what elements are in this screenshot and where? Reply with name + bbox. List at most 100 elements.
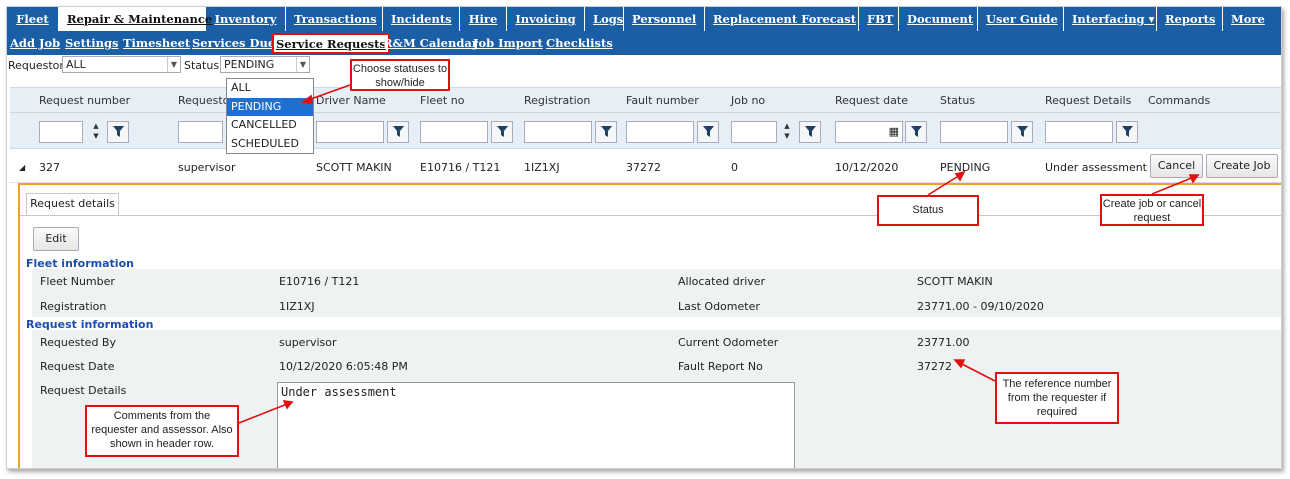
filter-icon[interactable] [107, 121, 129, 143]
callout-comments: Comments from the requester and assessor… [85, 405, 239, 457]
callout-statuses: Choose statuses to show/hide [350, 59, 450, 91]
nav-transactions[interactable]: Transactions [286, 7, 383, 31]
cell-status: PENDING [940, 161, 991, 174]
cell-job-no: 0 [731, 161, 738, 174]
filter-icon[interactable] [905, 121, 927, 143]
col-registration[interactable]: Registration [524, 94, 590, 107]
nav-fleet[interactable]: Fleet [7, 7, 59, 31]
col-status[interactable]: Status [940, 94, 975, 107]
fleet-number-label: Fleet Number [40, 275, 115, 288]
subnav-settings[interactable]: Settings [65, 36, 119, 50]
subnav-add-job[interactable]: Add Job [10, 36, 60, 50]
registration-value: 1IZ1XJ [279, 300, 315, 313]
request-number-filter-input[interactable] [39, 121, 83, 143]
status-dropdown-list: ALL PENDING CANCELLED SCHEDULED [226, 78, 314, 154]
filter-icon[interactable] [491, 121, 513, 143]
grid-filter-row: ▲ ▼ ▲ ▼ ▦ [10, 113, 1281, 149]
nav-inventory[interactable]: Inventory [206, 7, 286, 31]
tab-request-details[interactable]: Request details [26, 193, 119, 215]
sub-nav: Add Job Settings Timesheet Services Due … [7, 31, 1281, 55]
col-request-number[interactable]: Request number [39, 94, 130, 107]
allocated-driver-value: SCOTT MAKIN [917, 275, 993, 288]
col-request-date[interactable]: Request date [835, 94, 908, 107]
nav-reports[interactable]: Reports [1157, 7, 1223, 31]
status-label: Status [184, 59, 220, 72]
status-option-scheduled[interactable]: SCHEDULED [227, 135, 313, 154]
current-odometer-label: Current Odometer [678, 336, 779, 349]
driver-filter-input[interactable] [316, 121, 384, 143]
request-date-label: Request Date [40, 360, 115, 373]
requestor-select-value: ALL [66, 58, 86, 71]
filter-icon[interactable] [697, 121, 719, 143]
subnav-service-requests[interactable]: Service Requests [272, 33, 390, 54]
cell-request-date: 10/12/2020 [835, 161, 899, 174]
details-filter-input[interactable] [1045, 121, 1113, 143]
registration-filter-input[interactable] [524, 121, 592, 143]
collapse-icon[interactable]: ◢ [19, 163, 25, 172]
col-fleet-no[interactable]: Fleet no [420, 94, 464, 107]
nav-invoicing[interactable]: Invoicing [507, 7, 585, 31]
nav-incidents[interactable]: Incidents [383, 7, 460, 31]
fleet-no-filter-input[interactable] [420, 121, 488, 143]
requested-by-value: supervisor [279, 336, 337, 349]
fleet-number-value: E10716 / T121 [279, 275, 360, 288]
request-details-textarea[interactable]: Under assessment [277, 382, 795, 468]
filter-icon[interactable] [799, 121, 821, 143]
filter-icon[interactable] [387, 121, 409, 143]
table-row[interactable]: ◢ 327 supervisor SCOTT MAKIN E10716 / T1… [10, 149, 1281, 183]
filter-icon[interactable] [1116, 121, 1138, 143]
filter-icon[interactable] [1011, 121, 1033, 143]
chevron-down-icon: ▼ [167, 57, 180, 72]
status-option-pending[interactable]: PENDING [227, 97, 313, 116]
fault-report-label: Fault Report No [678, 360, 763, 373]
callout-reference: The reference number from the requester … [995, 372, 1119, 424]
subnav-timesheet[interactable]: Timesheet [123, 36, 190, 50]
spinner-icon[interactable]: ▲ ▼ [88, 121, 104, 143]
nav-hire[interactable]: Hire [460, 7, 507, 31]
status-option-cancelled[interactable]: CANCELLED [227, 116, 313, 135]
filter-icon[interactable] [595, 121, 617, 143]
spinner-icon[interactable]: ▲ ▼ [779, 121, 795, 143]
col-job-no[interactable]: Job no [731, 94, 765, 107]
status-select[interactable]: PENDING ▼ [220, 56, 310, 73]
create-job-button[interactable]: Create Job [1206, 154, 1278, 178]
requestor-filter-input[interactable] [178, 121, 223, 143]
request-date-filter-input[interactable]: ▦ [835, 121, 903, 143]
allocated-driver-label: Allocated driver [678, 275, 766, 288]
chevron-down-icon: ▼ [296, 57, 309, 72]
nav-repair-maintenance[interactable]: Repair & Maintenance [59, 7, 212, 31]
nav-replacement-forecast[interactable]: Replacement Forecast [705, 7, 859, 31]
fault-number-filter-input[interactable] [626, 121, 694, 143]
requestor-select[interactable]: ALL ▼ [62, 56, 181, 73]
cell-registration: 1IZ1XJ [524, 161, 560, 174]
nav-fbt[interactable]: FBT [859, 7, 899, 31]
nav-logs[interactable]: Logs [585, 7, 624, 31]
col-fault-number[interactable]: Fault number [626, 94, 699, 107]
subnav-job-import[interactable]: Job Import [473, 36, 543, 50]
job-no-filter-input[interactable] [731, 121, 777, 143]
current-odometer-value: 23771.00 [917, 336, 970, 349]
top-nav: Fleet Repair & Maintenance Inventory Tra… [7, 7, 1281, 31]
edit-button[interactable]: Edit [33, 227, 79, 251]
request-date-value: 10/12/2020 6:05:48 PM [279, 360, 408, 373]
status-filter-input[interactable] [940, 121, 1008, 143]
nav-interfacing[interactable]: Interfacing ▾ [1064, 7, 1157, 31]
status-option-all[interactable]: ALL [227, 79, 313, 98]
nav-more[interactable]: More [1223, 7, 1281, 31]
cancel-button[interactable]: Cancel [1150, 154, 1203, 178]
requestor-label: Requestor [8, 59, 64, 72]
subnav-services-due[interactable]: Services Due [192, 36, 275, 50]
subnav-rm-calendar[interactable]: R&M Calendar [383, 36, 478, 50]
filter-bar: Requestor ALL ▼ Status PENDING ▼ [7, 55, 1281, 75]
subnav-checklists[interactable]: Checklists [546, 36, 613, 50]
status-select-value: PENDING [224, 58, 275, 71]
app-window: Fleet Repair & Maintenance Inventory Tra… [6, 6, 1282, 469]
col-request-details[interactable]: Request Details [1045, 94, 1131, 107]
col-driver-name[interactable]: Driver Name [316, 94, 386, 107]
cell-fleet-no: E10716 / T121 [420, 161, 501, 174]
calendar-icon[interactable]: ▦ [889, 125, 899, 138]
nav-personnel[interactable]: Personnel [624, 7, 705, 31]
nav-user-guide[interactable]: User Guide [978, 7, 1064, 31]
cell-requestor: supervisor [178, 161, 236, 174]
nav-document[interactable]: Document [899, 7, 978, 31]
